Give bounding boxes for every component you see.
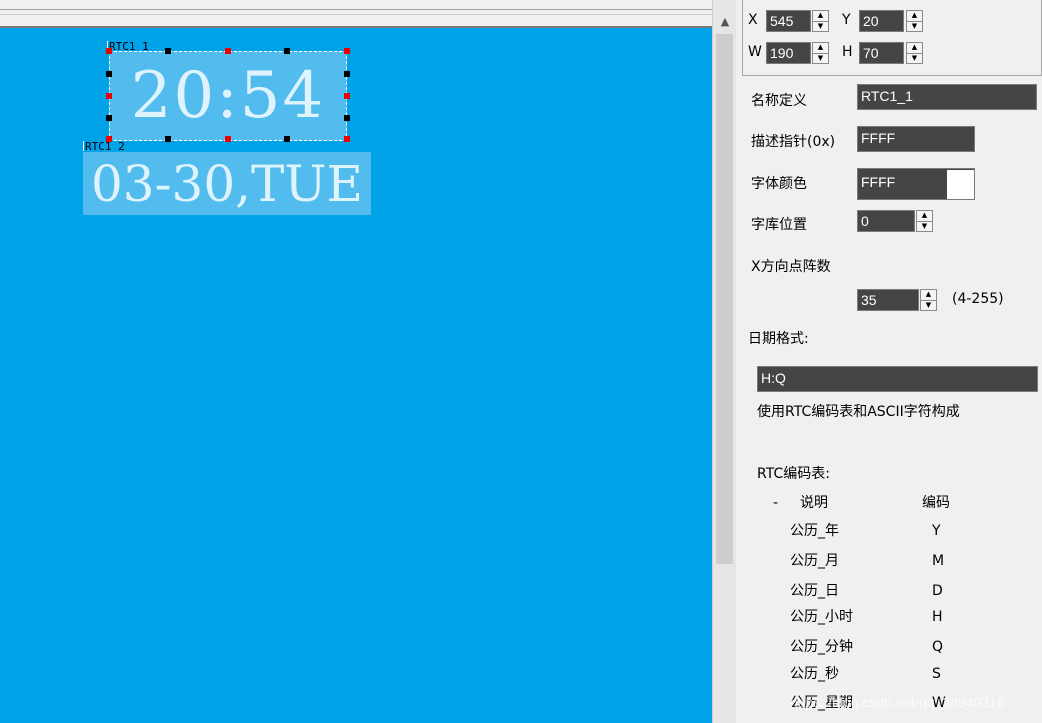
resize-handle[interactable] bbox=[284, 136, 290, 142]
rtc-row-desc: 公历_日 bbox=[790, 583, 839, 599]
rtc-row-desc: 公历_月 bbox=[790, 553, 839, 569]
date-format-input[interactable]: H:Q bbox=[757, 366, 1038, 392]
name-label: 名称定义 bbox=[751, 93, 807, 109]
resize-handle[interactable] bbox=[165, 136, 171, 142]
spin-down-icon[interactable]: ▼ bbox=[813, 52, 828, 64]
rtc-row-code: M bbox=[932, 553, 945, 569]
spin-up-icon[interactable]: ▲ bbox=[907, 43, 922, 53]
spin-down-icon[interactable]: ▼ bbox=[813, 20, 828, 32]
w-label: W bbox=[748, 44, 762, 60]
resize-handle[interactable] bbox=[344, 136, 350, 142]
scroll-thumb[interactable] bbox=[716, 34, 733, 564]
widget-name-rtc1-2: RTC1_2 bbox=[85, 140, 125, 153]
x-spinner[interactable]: ▲ ▼ bbox=[812, 10, 829, 32]
rtc-row-code: Q bbox=[932, 639, 944, 655]
h-label: H bbox=[842, 44, 853, 60]
w-input[interactable]: 190 bbox=[766, 42, 811, 64]
spin-up-icon[interactable]: ▲ bbox=[907, 11, 922, 21]
spin-up-icon[interactable]: ▲ bbox=[921, 290, 936, 300]
vertical-scrollbar[interactable]: ▲ bbox=[712, 0, 736, 723]
resize-handle[interactable] bbox=[344, 71, 350, 77]
font-lib-label: 字库位置 bbox=[751, 217, 807, 233]
rtc-table-col-desc: 说明 bbox=[800, 495, 828, 511]
x-input[interactable]: 545 bbox=[766, 10, 811, 32]
resize-handle[interactable] bbox=[165, 48, 171, 54]
desc-pointer-input[interactable]: FFFF bbox=[857, 126, 975, 152]
resize-handle[interactable] bbox=[344, 48, 350, 54]
rtc-row-desc: 公历_秒 bbox=[790, 666, 839, 682]
resize-handle[interactable] bbox=[106, 93, 112, 99]
resize-handle[interactable] bbox=[106, 48, 112, 54]
x-dots-spinner[interactable]: ▲ ▼ bbox=[920, 289, 937, 311]
name-input[interactable]: RTC1_1 bbox=[857, 84, 1037, 110]
rtc-row-code: H bbox=[932, 609, 943, 625]
spin-up-icon[interactable]: ▲ bbox=[917, 211, 932, 221]
rtc-date-text: 03-30,TUE bbox=[91, 154, 364, 213]
rtc-row-desc: 公历_年 bbox=[790, 523, 839, 539]
spin-up-icon[interactable]: ▲ bbox=[813, 43, 828, 53]
x-dots-range: (4-255) bbox=[952, 291, 1004, 307]
y-label: Y bbox=[842, 12, 851, 28]
w-spinner[interactable]: ▲ ▼ bbox=[812, 42, 829, 64]
x-dots-input[interactable]: 35 bbox=[857, 289, 919, 311]
property-panel: X 545 ▲ ▼ Y 20 ▲ ▼ W 190 ▲ ▼ H 70 ▲ ▼ 名称定义 R… bbox=[736, 0, 1042, 723]
resize-handle[interactable] bbox=[344, 115, 350, 121]
spin-down-icon[interactable]: ▼ bbox=[921, 299, 936, 311]
canvas-toolbar bbox=[0, 0, 712, 28]
x-dots-label: X方向点阵数 bbox=[751, 259, 831, 275]
font-lib-spinner[interactable]: ▲ ▼ bbox=[916, 210, 933, 232]
rtc-row-desc: 公历_小时 bbox=[790, 609, 853, 625]
x-label: X bbox=[748, 12, 758, 28]
resize-handle[interactable] bbox=[225, 136, 231, 142]
spin-down-icon[interactable]: ▼ bbox=[907, 20, 922, 32]
rtc-row-desc: 公历_分钟 bbox=[790, 639, 853, 655]
spin-down-icon[interactable]: ▼ bbox=[917, 220, 932, 232]
rtc-date-widget[interactable]: 03-30,TUE bbox=[83, 152, 371, 215]
resize-handle[interactable] bbox=[225, 48, 231, 54]
rtc-table-dash: - bbox=[773, 495, 779, 511]
date-format-hint: 使用RTC编码表和ASCII字符构成 bbox=[757, 404, 960, 420]
watermark: https://blog.csdn.net/qq_38940316 bbox=[790, 694, 1005, 710]
resize-handle[interactable] bbox=[106, 71, 112, 77]
rtc-row-code: S bbox=[932, 666, 941, 682]
toolbar-divider bbox=[0, 9, 712, 10]
resize-handle[interactable] bbox=[344, 93, 350, 99]
design-canvas[interactable]: RTC1_1 20:54 RTC1_2 03-30,TUE bbox=[0, 28, 712, 723]
selection-box bbox=[109, 51, 347, 141]
scroll-up-icon[interactable]: ▲ bbox=[713, 10, 737, 32]
spin-down-icon[interactable]: ▼ bbox=[907, 52, 922, 64]
resize-handle[interactable] bbox=[284, 48, 290, 54]
rtc-table-title: RTC编码表: bbox=[757, 466, 830, 482]
font-lib-input[interactable]: 0 bbox=[857, 210, 915, 232]
desc-pointer-label: 描述指针(0x) bbox=[751, 134, 836, 150]
rtc-row-code: D bbox=[932, 583, 943, 599]
h-input[interactable]: 70 bbox=[859, 42, 904, 64]
y-spinner[interactable]: ▲ ▼ bbox=[906, 10, 923, 32]
spin-up-icon[interactable]: ▲ bbox=[813, 11, 828, 21]
rtc-row-code: Y bbox=[932, 523, 941, 539]
toolbar-divider bbox=[0, 14, 712, 15]
y-input[interactable]: 20 bbox=[859, 10, 904, 32]
h-spinner[interactable]: ▲ ▼ bbox=[906, 42, 923, 64]
resize-handle[interactable] bbox=[106, 115, 112, 121]
font-color-swatch[interactable] bbox=[947, 170, 974, 199]
rtc-table-col-code: 编码 bbox=[922, 495, 950, 511]
date-format-label: 日期格式: bbox=[748, 331, 809, 347]
font-color-label: 字体颜色 bbox=[751, 176, 807, 192]
